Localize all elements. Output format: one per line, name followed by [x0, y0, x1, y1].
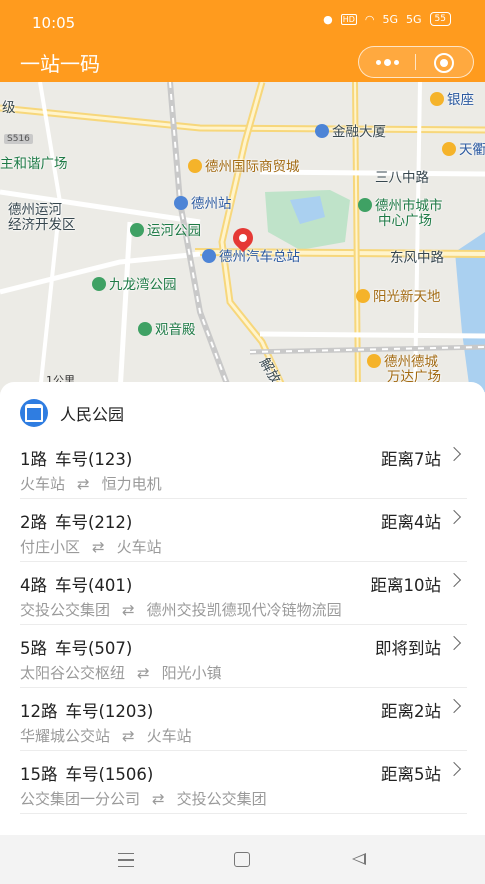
- app-title: 一站一码: [20, 52, 100, 76]
- route-bus-no: 车号(1203): [65, 702, 154, 721]
- map-label-yinzuo: 银座: [430, 88, 474, 108]
- route-distance: 距离5站: [381, 765, 441, 784]
- route-to: 恒力电机: [101, 475, 162, 493]
- map-label-guoji: 德州国际商贸城: [188, 155, 300, 175]
- route-to: 交投公交集团: [176, 790, 267, 808]
- close-target-icon[interactable]: [434, 53, 454, 73]
- route-bus-no: 车号(401): [55, 576, 133, 595]
- signal-icon-2: 5G: [406, 12, 422, 26]
- route-line: 2路: [20, 513, 47, 532]
- route-line: 1路: [20, 450, 47, 469]
- swap-arrow-icon: ⇄: [152, 790, 165, 808]
- swap-arrow-icon: ⇄: [137, 664, 150, 682]
- route-item[interactable]: 2路 车号(212) 距离4站 付庄小区 ⇄ 火车站: [20, 499, 467, 562]
- map-label-yangguang: 阳光新天地: [356, 285, 441, 305]
- map-label-jiulongwan: 九龙湾公园: [92, 273, 177, 293]
- route-bus-no: 车号(123): [55, 450, 133, 469]
- route-item[interactable]: 15路 车号(1506) 距离5站 公交集团一分公司 ⇄ 交投公交集团: [20, 751, 467, 814]
- chevron-right-icon: [446, 446, 462, 462]
- route-line: 5路: [20, 639, 47, 658]
- map-label-decheng: 德州德城 万达广场: [367, 354, 441, 385]
- swap-arrow-icon: ⇄: [77, 475, 90, 493]
- route-to: 火车站: [146, 727, 192, 745]
- route-item[interactable]: 1路 车号(123) 距离7站 火车站 ⇄ 恒力电机: [20, 436, 467, 499]
- route-to: 阳光小镇: [161, 664, 222, 682]
- chevron-right-icon: [446, 635, 462, 651]
- wifi-icon: ◠: [364, 12, 375, 26]
- map-label-dezhou-station: 德州站: [174, 192, 232, 212]
- route-bus-no: 车号(212): [55, 513, 133, 532]
- map-label-yunhe-kf: 德州运河 经济开发区: [8, 202, 76, 233]
- route-bus-no: 车号(507): [55, 639, 133, 658]
- stop-panel: 人民公园 1路 车号(123) 距离7站 火车站 ⇄ 恒力电机 2路 车号(212) 距…: [0, 382, 485, 835]
- route-line: 12路: [20, 702, 58, 721]
- status-bar: 10:05 ● HD ◠ 5G 5G 55: [0, 0, 485, 44]
- status-icons: ● HD ◠ 5G 5G 55: [323, 12, 451, 26]
- route-from: 火车站: [20, 475, 66, 493]
- map-label-sanba: 三八中路: [375, 170, 429, 186]
- bus-stop-icon: [20, 399, 48, 427]
- route-from: 交投公交集团: [20, 601, 111, 619]
- title-bar: 一站一码: [0, 44, 485, 82]
- route-distance: 距离7站: [381, 450, 441, 469]
- map-label-dongfeng: 东风中路: [390, 250, 444, 266]
- route-to: 火车站: [116, 538, 162, 556]
- route-from: 公交集团一分公司: [20, 790, 141, 808]
- map-label-tianqu: 天衢: [442, 138, 485, 158]
- route-from: 华耀城公交站: [20, 727, 111, 745]
- map-view[interactable]: 银座 天衢 级 S516 主和谐广场 金融大厦 德州国际商贸城 三八中路 德州站…: [0, 82, 485, 392]
- swap-arrow-icon: ⇄: [122, 601, 135, 619]
- route-item[interactable]: 5路 车号(507) 即将到站 太阳谷公交枢纽 ⇄ 阳光小镇: [20, 625, 467, 688]
- stop-name: 人民公园: [60, 405, 125, 424]
- swap-arrow-icon: ⇄: [92, 538, 105, 556]
- route-distance: 距离2站: [381, 702, 441, 721]
- stop-header: 人民公园: [20, 399, 125, 427]
- swap-arrow-icon: ⇄: [122, 727, 135, 745]
- capsule-divider: [415, 54, 416, 70]
- battery-icon: 55: [429, 12, 451, 26]
- hd-badge: HD: [340, 13, 357, 25]
- location-icon: ●: [323, 12, 333, 26]
- back-icon[interactable]: [352, 853, 366, 865]
- chevron-right-icon: [446, 509, 462, 525]
- home-icon[interactable]: [234, 852, 250, 867]
- route-distance: 距离10站: [370, 576, 442, 595]
- map-label-jinrong: 金融大厦: [315, 120, 386, 140]
- route-line: 15路: [20, 765, 58, 784]
- road-shield-s516: S516: [4, 134, 33, 144]
- system-nav-bar: [0, 835, 485, 884]
- map-label-jiayin: 级: [2, 100, 16, 116]
- map-label-shizhongxin: 德州市城市 中心广场: [358, 198, 443, 229]
- status-time: 10:05: [32, 14, 76, 32]
- chevron-right-icon: [446, 572, 462, 588]
- map-label-bus-terminal: 德州汽车总站: [202, 245, 300, 265]
- route-to: 德州交投凯德现代冷链物流园: [146, 601, 342, 619]
- map-label-guanyin: 观音殿: [138, 318, 196, 338]
- route-list: 1路 车号(123) 距离7站 火车站 ⇄ 恒力电机 2路 车号(212) 距离4站 付…: [20, 436, 467, 814]
- route-bus-no: 车号(1506): [65, 765, 154, 784]
- route-item[interactable]: 4路 车号(401) 距离10站 交投公交集团 ⇄ 德州交投凯德现代冷链物流园: [20, 562, 467, 625]
- signal-icon-1: 5G: [382, 12, 399, 26]
- map-label-hexie: 主和谐广场: [0, 156, 68, 172]
- chevron-right-icon: [446, 698, 462, 714]
- route-item[interactable]: 12路 车号(1203) 距离2站 华耀城公交站 ⇄ 火车站: [20, 688, 467, 751]
- menu-icon[interactable]: [118, 853, 134, 867]
- chevron-right-icon: [446, 761, 462, 777]
- map-label-yunhe-park: 运河公园: [130, 219, 201, 239]
- miniprogram-capsule: [358, 46, 474, 78]
- route-distance: 即将到站: [375, 639, 441, 658]
- route-from: 付庄小区: [20, 538, 81, 556]
- more-icon[interactable]: [359, 47, 415, 77]
- route-from: 太阳谷公交枢纽: [20, 664, 126, 682]
- route-distance: 距离4站: [381, 513, 441, 532]
- route-line: 4路: [20, 576, 47, 595]
